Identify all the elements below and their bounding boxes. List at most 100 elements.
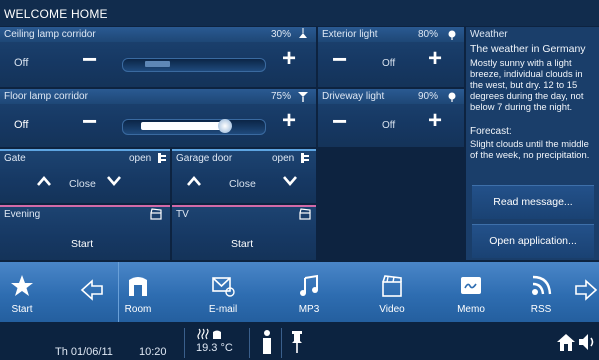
ceiling-lamp-value: 30%: [271, 29, 292, 40]
read-message-button[interactable]: Read message...: [472, 185, 594, 219]
forecast-label: Forecast:: [470, 126, 512, 137]
status-bar: Th 01/06/11 10:20 19.3 °C: [0, 322, 599, 360]
tv-scene-panel[interactable]: TV Start: [172, 205, 316, 260]
garage-door-panel: Garage door open Close: [172, 149, 316, 203]
exterior-light-decrease-button[interactable]: −: [332, 46, 347, 72]
clapperboard-icon: [299, 208, 311, 220]
nav-memo[interactable]: Memo: [442, 262, 500, 322]
gate-open-button[interactable]: [36, 174, 52, 190]
nav-mp3[interactable]: MP3: [280, 262, 338, 322]
weather-line-4: degrees during the day, not: [470, 90, 584, 101]
nav-scroll-left[interactable]: [74, 262, 114, 322]
chevron-up-icon: [37, 176, 51, 186]
floor-lamp-decrease-button[interactable]: −: [82, 108, 97, 134]
star-icon: [11, 275, 33, 296]
room-icon: [129, 277, 147, 296]
nav-video[interactable]: Video: [363, 262, 421, 322]
ceiling-lamp-slider-fill: [145, 61, 170, 67]
nav-video-label: Video: [379, 304, 405, 315]
driveway-light-title: Driveway light: [322, 91, 385, 102]
speaker-icon[interactable]: [577, 332, 597, 352]
tv-scene-title: TV: [176, 209, 189, 220]
weather-title: Weather: [470, 29, 508, 40]
tv-start-button[interactable]: Start: [231, 238, 253, 250]
arrow-right-icon: [575, 279, 598, 301]
weather-panel: Weather The weather in Germany Mostly su…: [466, 27, 599, 260]
music-note-icon: [300, 274, 318, 296]
exterior-light-value: 80%: [418, 29, 439, 40]
page-title: WELCOME HOME: [4, 7, 108, 21]
driveway-light-increase-button[interactable]: +: [428, 109, 442, 133]
exterior-light-state: Off: [382, 58, 396, 69]
exterior-light-icon: [448, 30, 456, 40]
evening-scene-panel[interactable]: Evening Start: [0, 205, 170, 260]
nav-room-label: Room: [124, 304, 152, 315]
exterior-light-increase-button[interactable]: +: [428, 47, 442, 71]
status-time: 10:20: [139, 346, 167, 358]
driveway-light-icon: [448, 92, 456, 102]
weather-line-1: Mostly sunny with a light: [470, 57, 572, 68]
garage-door-status: open: [272, 153, 295, 164]
floor-lamp-title: Floor lamp corridor: [4, 91, 88, 102]
floor-lamp-slider-knob[interactable]: [218, 119, 232, 133]
garage-door-open-button[interactable]: [186, 174, 202, 192]
open-application-button[interactable]: Open application...: [472, 224, 594, 258]
video-icon: [382, 275, 402, 297]
garage-door-icon: [301, 153, 309, 163]
garage-door-title: Garage door: [176, 153, 233, 164]
gate-down-button[interactable]: [106, 174, 122, 190]
floor-lamp-slider[interactable]: [122, 119, 266, 135]
chevron-down-icon: [283, 176, 297, 186]
driveway-light-decrease-button[interactable]: −: [332, 108, 347, 134]
ceiling-lamp-panel: Ceiling lamp corridor 30% Off − +: [0, 27, 316, 87]
weather-headline: The weather in Germany: [470, 43, 586, 55]
nav-start-label: Start: [11, 304, 33, 315]
gate-close-button[interactable]: Close: [69, 178, 96, 190]
gate-title: Gate: [4, 153, 26, 164]
nav-memo-label: Memo: [457, 304, 485, 315]
garage-door-close-button[interactable]: Close: [229, 178, 256, 190]
home-icon[interactable]: [556, 332, 576, 352]
arrow-left-icon: [80, 279, 103, 301]
ceiling-lamp-state: Off: [14, 57, 29, 69]
nav-rss[interactable]: RSS: [512, 262, 570, 322]
ceiling-lamp-icon: [299, 28, 307, 38]
driveway-light-state: Off: [382, 120, 396, 131]
forecast-line-1: Slight clouds until the middle: [470, 138, 589, 149]
ceiling-lamp-increase-button[interactable]: +: [282, 47, 296, 71]
weather-line-5: below 7 during the night.: [470, 101, 573, 112]
weather-line-2: breeze, individual clouds in: [470, 68, 583, 79]
chevron-up-icon: [187, 176, 201, 186]
floor-lamp-slider-fill: [141, 122, 225, 130]
email-icon: [212, 277, 235, 297]
nav-room[interactable]: Room: [109, 262, 167, 322]
pin-icon[interactable]: [290, 330, 304, 354]
nav-email[interactable]: E-mail: [194, 262, 252, 322]
nav-mp3-label: MP3: [298, 304, 320, 315]
ceiling-lamp-decrease-button[interactable]: −: [82, 46, 97, 72]
nav-start[interactable]: Start: [0, 262, 44, 322]
gate-status: open: [129, 153, 152, 164]
floor-lamp-state: Off: [14, 119, 29, 131]
nav-scroll-right[interactable]: [570, 262, 599, 322]
floor-lamp-icon: [298, 92, 308, 102]
ceiling-lamp-title: Ceiling lamp corridor: [4, 29, 96, 40]
rss-icon: [532, 275, 552, 295]
navigation-bar: Start Room E-mail MP3 Video Memo RSS: [0, 262, 599, 322]
evening-scene-title: Evening: [4, 209, 41, 220]
exterior-light-panel: Exterior light 80% − Off +: [318, 27, 464, 87]
nav-email-label: E-mail: [208, 304, 238, 315]
evening-start-button[interactable]: Start: [71, 238, 93, 250]
status-date: Th 01/06/11: [55, 346, 113, 358]
garage-door-down-button[interactable]: [282, 174, 298, 192]
weather-line-3: the west, but dry. 12 to 15: [470, 79, 578, 90]
clapperboard-icon: [150, 208, 162, 220]
exterior-light-title: Exterior light: [322, 29, 378, 40]
nav-rss-label: RSS: [530, 304, 552, 315]
driveway-light-panel: Driveway light 90% − Off +: [318, 89, 464, 147]
status-temperature: 19.3 °C: [196, 342, 233, 354]
floor-lamp-increase-button[interactable]: +: [282, 109, 296, 133]
floor-lamp-panel: Floor lamp corridor 75% Off − +: [0, 89, 316, 147]
ceiling-lamp-slider[interactable]: [122, 58, 266, 72]
info-icon[interactable]: [260, 330, 274, 354]
